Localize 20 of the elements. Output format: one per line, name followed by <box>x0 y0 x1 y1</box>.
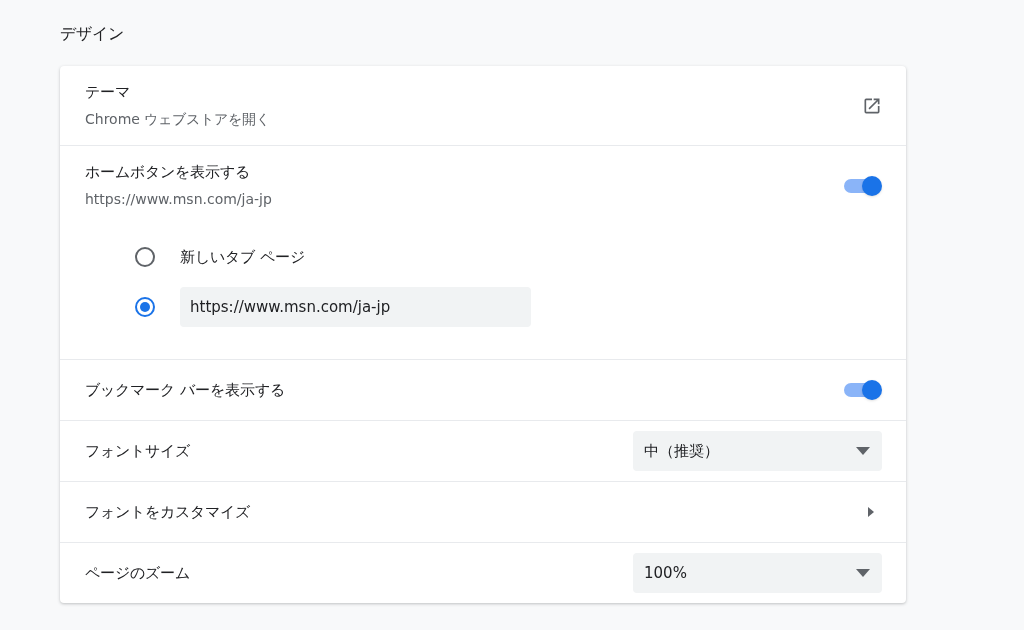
url-input-field[interactable]: https://www.msn.com/ja-jp <box>180 287 531 327</box>
dropdown-select[interactable]: 中（推奨） <box>633 431 882 471</box>
setting-label: フォントをカスタマイズ <box>85 501 250 523</box>
setting-label: ブックマーク バーを表示する <box>85 379 285 401</box>
section-title: デザイン <box>60 23 125 45</box>
setting-description: https://www.msn.com/ja-jp <box>85 190 272 210</box>
caret-icon <box>856 447 870 455</box>
radio-label: 新しいタブ ページ <box>180 246 305 268</box>
setting-description: Chrome ウェブストアを開く <box>85 110 271 130</box>
setting-label: テーマ <box>85 81 131 103</box>
setting-label: ホームボタンを表示する <box>85 161 251 183</box>
toggle-switch[interactable] <box>842 175 882 196</box>
caret-icon <box>856 569 870 577</box>
radio-button[interactable] <box>135 297 155 317</box>
radio-button[interactable] <box>135 247 155 267</box>
setting-label: フォントサイズ <box>85 440 190 462</box>
setting-label: ページのズーム <box>85 562 190 584</box>
chevron-right-icon[interactable] <box>868 507 874 517</box>
dropdown-select[interactable]: 100% <box>633 553 882 593</box>
toggle-switch[interactable] <box>842 380 882 400</box>
